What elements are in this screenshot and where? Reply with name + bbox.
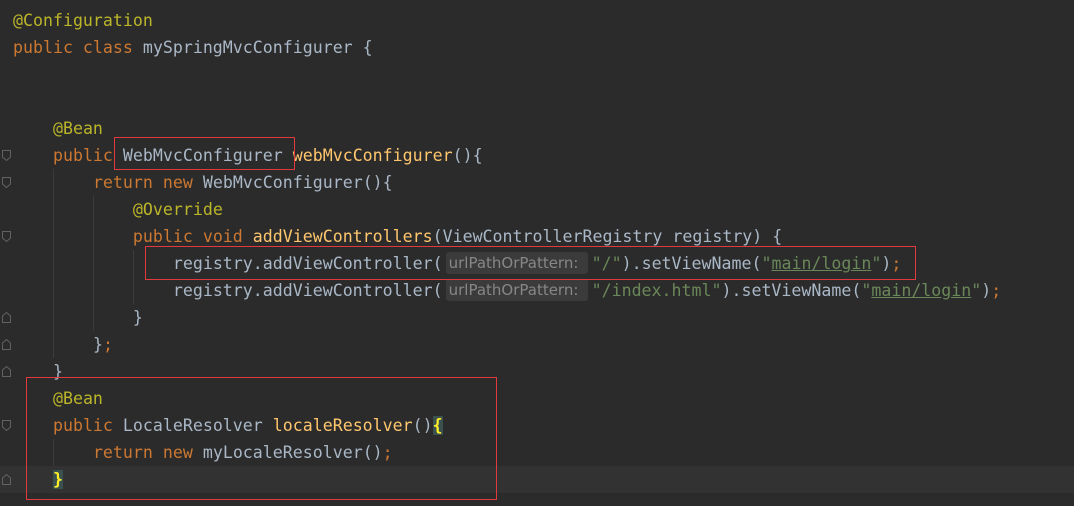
indentation: [13, 227, 133, 246]
fold-start-icon[interactable]: [2, 177, 11, 188]
fold-end-icon[interactable]: [2, 339, 11, 350]
code-token-string: "/index.html": [591, 281, 722, 300]
code-token-annotation: @Override: [132, 200, 223, 219]
indentation: [13, 146, 53, 165]
fold-end-icon[interactable]: [2, 312, 11, 323]
code-token: }: [92, 335, 103, 354]
indentation: [13, 281, 173, 300]
code-token-keyword: public class: [13, 38, 143, 57]
code-token-semicolon: ;: [991, 281, 1002, 300]
code-line-3[interactable]: [13, 61, 1001, 88]
code-line-2[interactable]: public class mySpringMvcConfigurer {: [13, 34, 1001, 61]
fold-end-icon[interactable]: [2, 366, 11, 377]
code-token: (){: [452, 146, 483, 165]
code-line-4[interactable]: [13, 88, 1001, 115]
code-token-string: ": [861, 281, 872, 300]
code-token: }: [132, 308, 143, 327]
code-token-method-name: webMvcConfigurer: [292, 146, 453, 165]
code-line-12[interactable]: }: [13, 304, 1001, 331]
code-token-method-name: addViewControllers: [252, 227, 433, 246]
fold-end-icon[interactable]: [2, 474, 11, 485]
code-token-annotation: @Configuration: [13, 11, 153, 30]
code-line-13[interactable]: };: [13, 331, 1001, 358]
code-token: (ViewControllerRegistry registry) {: [432, 227, 783, 246]
highlight-box-return-type: [114, 137, 295, 170]
code-token-string-path: main/login: [871, 281, 972, 300]
code-line-11[interactable]: registry.addViewController(urlPathOrPatt…: [13, 277, 1001, 304]
code-line-1[interactable]: @Configuration: [13, 7, 1001, 34]
code-line-8[interactable]: @Override: [13, 196, 1001, 223]
code-line-7[interactable]: return new WebMvcConfigurer(){: [13, 169, 1001, 196]
code-token-semicolon: ;: [102, 335, 113, 354]
code-token: ).setViewName(: [721, 281, 862, 300]
indentation: [13, 308, 133, 327]
indentation: [13, 335, 93, 354]
code-token: ): [981, 281, 992, 300]
fold-start-icon[interactable]: [2, 150, 11, 161]
parameter-name-hint: urlPathOrPattern:: [445, 279, 588, 301]
fold-start-icon[interactable]: [2, 420, 11, 431]
code-token: mySpringMvcConfigurer {: [142, 38, 373, 57]
code-token: registry.addViewController(: [172, 281, 443, 300]
code-token: WebMvcConfigurer(){: [202, 173, 393, 192]
code-token-annotation: @Bean: [52, 119, 103, 138]
highlight-box-locale-resolver-bean: [26, 377, 497, 500]
indentation: [13, 173, 93, 192]
editor-gutter: [0, 0, 12, 506]
indentation: [13, 119, 53, 138]
code-editor[interactable]: @Configuration public class mySpringMvcCo…: [0, 0, 1074, 506]
code-token-string: ": [971, 281, 982, 300]
fold-start-icon[interactable]: [2, 231, 11, 242]
highlight-box-view-controller-line: [145, 246, 916, 280]
indentation: [13, 200, 133, 219]
code-token-keyword: return new: [92, 173, 203, 192]
code-token-keyword: public void: [132, 227, 253, 246]
code-token-keyword: public: [52, 146, 123, 165]
